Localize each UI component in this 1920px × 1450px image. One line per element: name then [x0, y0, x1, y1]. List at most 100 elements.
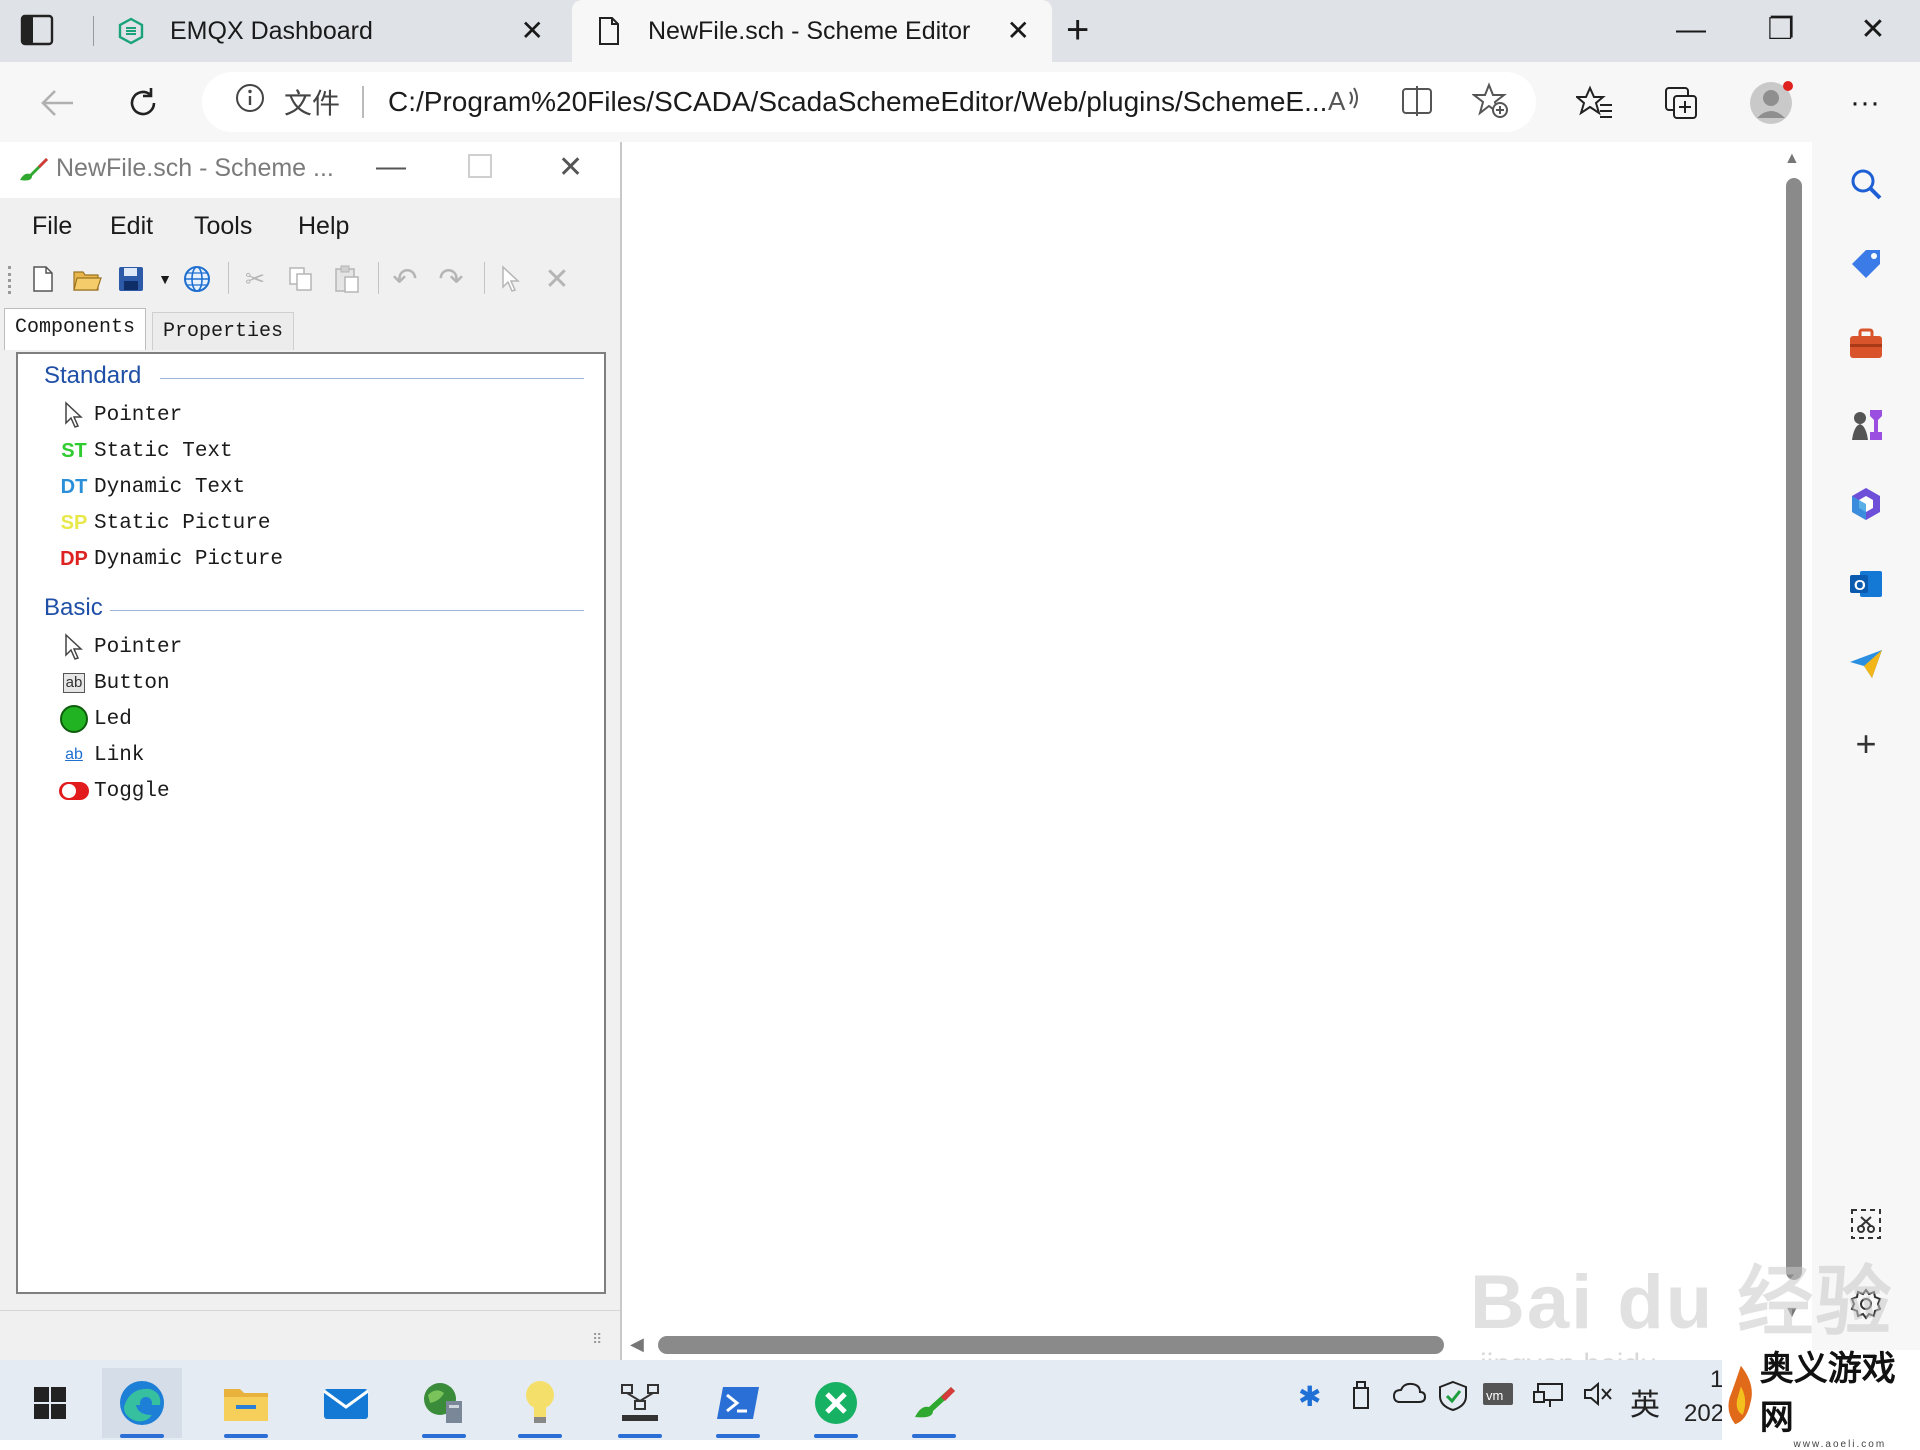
address-bar[interactable]: 文件 C:/Program%20Files/SCADA/ScadaSchemeE…	[202, 72, 1536, 132]
taskbar-remote-app-icon[interactable]	[796, 1368, 876, 1438]
globe-icon[interactable]	[182, 264, 212, 294]
editor-statusbar: ⠿	[0, 1310, 620, 1359]
taskbar-network-globe-icon[interactable]	[404, 1368, 484, 1438]
onedrive-cloud-icon[interactable]	[1392, 1380, 1427, 1413]
tab-actions-icon[interactable]	[20, 14, 56, 48]
bluetooth-icon[interactable]: ✱	[1298, 1380, 1321, 1413]
tab-properties[interactable]: Properties	[152, 312, 295, 350]
resize-grip-icon[interactable]: ⠿	[592, 1331, 602, 1348]
delete-icon[interactable]: ✕	[542, 263, 572, 296]
minimize-button[interactable]: —	[1656, 8, 1726, 52]
outlook-icon[interactable]: O	[1844, 562, 1888, 606]
refresh-button[interactable]	[120, 80, 166, 126]
taskbar-powershell-icon[interactable]	[698, 1368, 778, 1438]
editor-minimize-button[interactable]: —	[376, 150, 406, 184]
horizontal-scrollbar-thumb[interactable]	[658, 1336, 1444, 1354]
link-icon: ab	[58, 741, 90, 769]
menu-file[interactable]: File	[32, 212, 72, 241]
component-toggle[interactable]: Toggle	[58, 774, 170, 808]
tab-scheme-editor[interactable]: NewFile.sch - Scheme Editor ✕	[572, 0, 1052, 62]
start-windows-icon[interactable]	[10, 1368, 90, 1438]
split-screen-icon[interactable]	[1400, 84, 1434, 126]
clock-date-partial[interactable]: 202	[1684, 1400, 1724, 1428]
url-text[interactable]: C:/Program%20Files/SCADA/ScadaSchemeEdit…	[388, 86, 1327, 118]
cut-icon[interactable]: ✂	[240, 264, 270, 294]
component-pointer[interactable]: Pointer	[58, 398, 182, 432]
toolbar-separator	[484, 262, 485, 294]
new-tab-button[interactable]: +	[1066, 10, 1089, 50]
component-dynamic-text[interactable]: DT Dynamic Text	[58, 470, 246, 504]
menu-tools[interactable]: Tools	[194, 212, 252, 241]
paste-icon[interactable]	[332, 264, 362, 294]
active-indicator	[224, 1434, 268, 1438]
menu-edit[interactable]: Edit	[110, 212, 153, 241]
taskbar-scheme-editor-icon[interactable]	[894, 1368, 974, 1438]
active-indicator	[120, 1434, 164, 1438]
undo-icon[interactable]: ↶	[390, 263, 420, 296]
info-icon[interactable]	[234, 82, 266, 122]
send-plane-icon[interactable]	[1844, 642, 1888, 686]
editor-title: NewFile.sch - Scheme ...	[56, 154, 334, 182]
read-aloud-icon[interactable]: A	[1326, 82, 1362, 126]
vertical-scrollbar-thumb[interactable]	[1786, 178, 1802, 1280]
led-icon	[58, 705, 90, 733]
favorites-icon[interactable]	[1572, 80, 1618, 126]
microsoft-365-icon[interactable]	[1844, 482, 1888, 526]
scroll-up-arrow-icon[interactable]: ▲	[1784, 150, 1800, 168]
copy-icon[interactable]	[286, 264, 316, 294]
tab-emqx-dashboard[interactable]: EMQX Dashboard ✕	[96, 0, 566, 62]
component-label: Link	[94, 743, 145, 767]
close-icon[interactable]: ✕	[1007, 17, 1030, 45]
save-dropdown-icon[interactable]: ▼	[150, 264, 180, 294]
taskbar-lightbulb-icon[interactable]	[500, 1368, 580, 1438]
close-window-button[interactable]: ✕	[1838, 8, 1908, 52]
component-link[interactable]: ab Link	[58, 738, 144, 772]
shopping-tag-icon[interactable]	[1844, 242, 1888, 286]
svg-text:vm: vm	[1486, 1388, 1503, 1403]
back-button[interactable]	[34, 80, 80, 126]
network-monitor-icon[interactable]	[1532, 1380, 1564, 1417]
component-static-text[interactable]: ST Static Text	[58, 434, 232, 468]
dynamic-picture-icon: DP	[60, 547, 88, 570]
open-folder-icon[interactable]	[72, 264, 102, 294]
component-pointer[interactable]: Pointer	[58, 630, 182, 664]
component-static-picture[interactable]: SP Static Picture	[58, 506, 271, 540]
taskbar-network-diagram-icon[interactable]	[600, 1368, 680, 1438]
more-menu-icon[interactable]: ···	[1842, 80, 1888, 126]
profile-avatar[interactable]	[1748, 80, 1794, 126]
save-icon[interactable]	[116, 264, 146, 294]
speaker-muted-icon[interactable]	[1582, 1380, 1614, 1415]
add-sidebar-app-icon[interactable]: +	[1844, 722, 1888, 766]
search-icon[interactable]	[1844, 162, 1888, 206]
taskbar-edge-icon[interactable]	[102, 1368, 182, 1438]
restore-button[interactable]: ❐	[1746, 8, 1816, 52]
menu-help[interactable]: Help	[298, 212, 349, 241]
browser-tab-strip: EMQX Dashboard ✕ NewFile.sch - Scheme Ed…	[0, 0, 1920, 62]
site-logo-badge: 奥义游戏网 www.aoeli.com	[1722, 1349, 1920, 1450]
select-pointer-icon[interactable]	[496, 264, 526, 294]
collections-icon[interactable]	[1658, 80, 1704, 126]
usb-icon[interactable]	[1348, 1380, 1374, 1417]
editor-maximize-button[interactable]	[468, 154, 492, 178]
close-icon[interactable]: ✕	[521, 17, 544, 45]
component-led[interactable]: Led	[58, 702, 132, 736]
new-file-icon[interactable]	[28, 264, 58, 294]
taskbar-file-explorer-icon[interactable]	[206, 1368, 286, 1438]
taskbar-mail-icon[interactable]	[306, 1368, 386, 1438]
component-label: Pointer	[94, 403, 183, 427]
vmware-icon[interactable]: vm	[1482, 1380, 1514, 1415]
security-shield-icon[interactable]	[1438, 1380, 1468, 1419]
tools-briefcase-icon[interactable]	[1844, 322, 1888, 366]
games-chess-icon[interactable]	[1844, 402, 1888, 446]
static-picture-icon: SP	[60, 511, 88, 534]
component-button[interactable]: ab Button	[58, 666, 170, 700]
ime-indicator[interactable]: 英	[1630, 1380, 1660, 1424]
scroll-left-arrow-icon[interactable]: ◀	[630, 1334, 644, 1355]
redo-icon[interactable]: ↷	[436, 263, 466, 296]
editor-close-button[interactable]: ✕	[558, 150, 583, 185]
add-favorite-icon[interactable]	[1471, 82, 1510, 128]
tab-components[interactable]: Components	[4, 308, 147, 350]
active-indicator	[422, 1434, 466, 1438]
site-logo-text: 奥义游戏网	[1759, 1348, 1896, 1438]
component-dynamic-picture[interactable]: DP Dynamic Picture	[58, 542, 283, 576]
